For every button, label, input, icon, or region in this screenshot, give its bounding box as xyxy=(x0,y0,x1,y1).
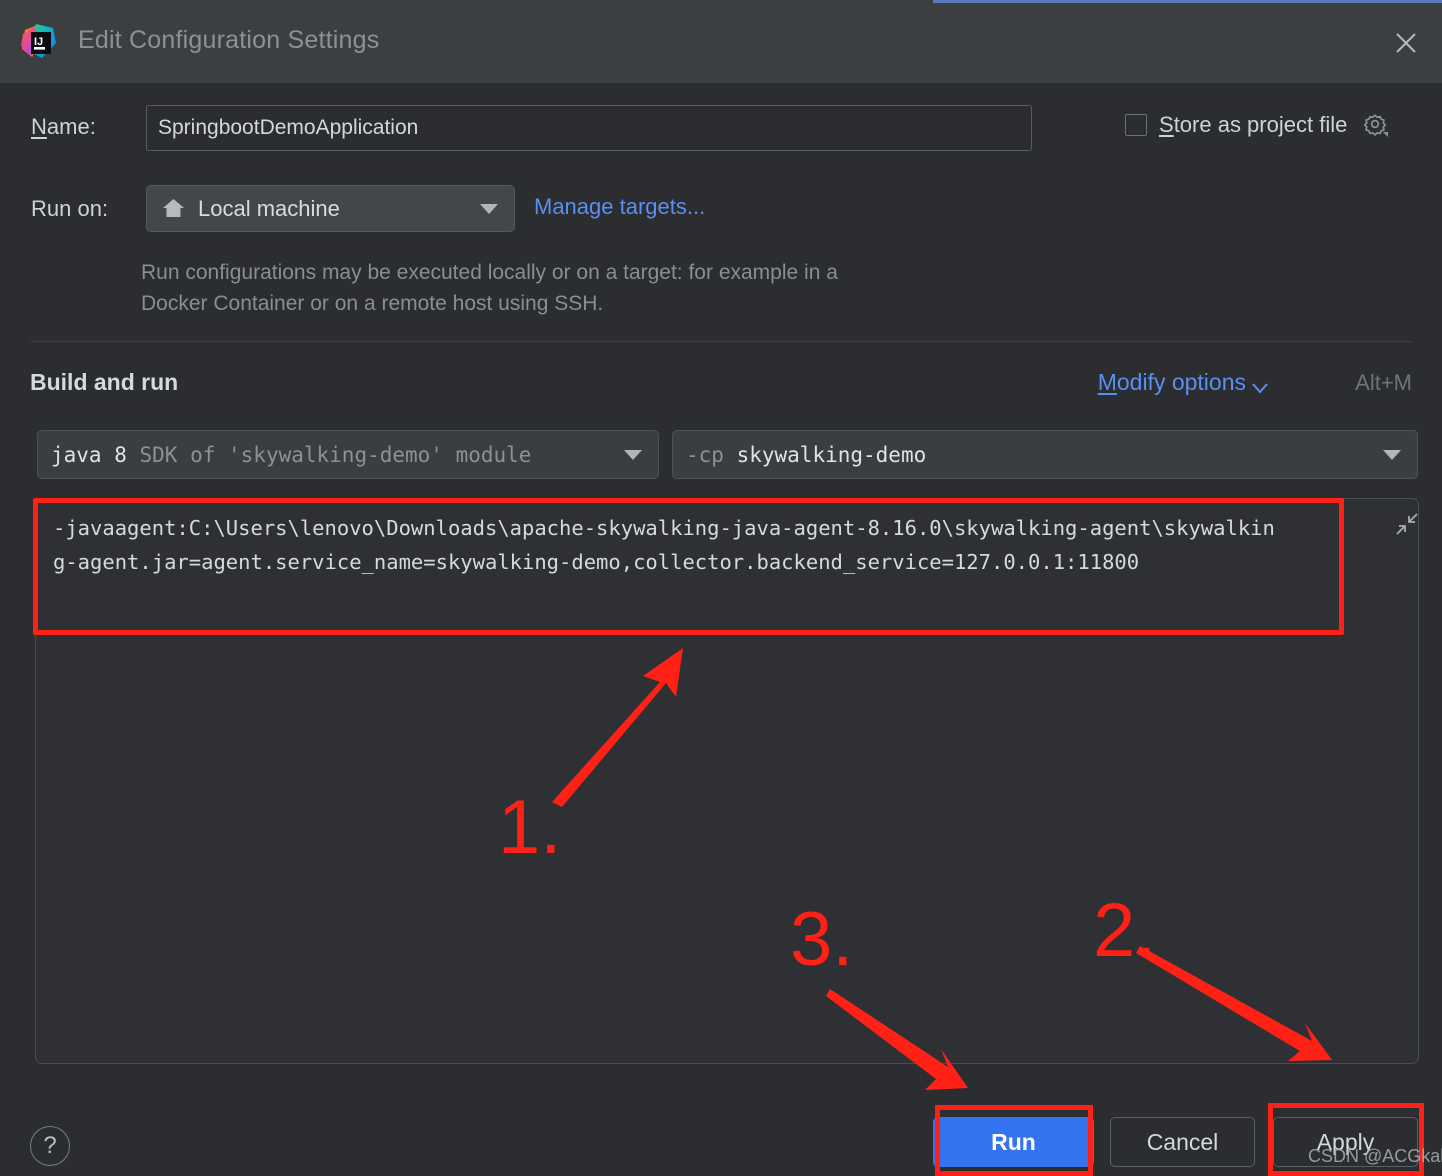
classpath-value: skywalking-demo xyxy=(736,442,927,467)
window-title: Edit Configuration Settings xyxy=(78,26,380,54)
store-as-project-file-checkbox[interactable] xyxy=(1125,114,1147,136)
build-and-run-title: Build and run xyxy=(30,369,179,395)
classpath-combo[interactable]: -cp skywalking-demo xyxy=(672,430,1418,479)
title-accent-line xyxy=(933,0,1442,3)
run-on-value: Local machine xyxy=(198,195,340,221)
classpath-flag: -cp xyxy=(686,442,724,467)
jdk-primary: java 8 xyxy=(51,442,127,467)
run-on-hint: Run configurations may be executed local… xyxy=(141,261,838,315)
run-button[interactable]: Run xyxy=(933,1117,1094,1167)
modify-options-shortcut: Alt+M xyxy=(1355,370,1412,395)
store-as-project-file-row[interactable]: Store as project file xyxy=(1125,112,1389,138)
vm-options-text[interactable]: -javaagent:C:\Users\lenovo\Downloads\apa… xyxy=(53,511,1285,579)
cancel-button[interactable]: Cancel xyxy=(1110,1117,1255,1167)
manage-targets-link[interactable]: Manage targets... xyxy=(534,194,705,220)
title-bar: IJ Edit Configuration Settings xyxy=(0,0,1442,83)
help-question-icon[interactable]: ? xyxy=(30,1126,70,1166)
run-on-label: Run on: xyxy=(31,196,109,221)
chevron-down-icon xyxy=(480,203,498,214)
chevron-down-icon xyxy=(1383,449,1401,460)
jdk-secondary: SDK of 'skywalking-demo' module xyxy=(139,442,532,467)
chevron-down-icon[interactable] xyxy=(1250,381,1270,400)
name-label: Name: xyxy=(31,114,96,139)
edit-configuration-dialog: IJ Edit Configuration Settings Name: Sto… xyxy=(0,0,1442,1176)
classpath-combo-text: -cp skywalking-demo xyxy=(686,443,926,467)
vm-options-textarea[interactable] xyxy=(35,498,1419,1064)
intellij-idea-logo-icon: IJ xyxy=(18,21,62,65)
modify-options-link[interactable]: Modify options xyxy=(1098,369,1246,396)
gear-icon[interactable] xyxy=(1363,112,1389,138)
run-on-combo[interactable]: Local machine xyxy=(146,185,515,232)
apply-button[interactable]: Apply xyxy=(1273,1117,1418,1167)
store-as-project-file-label: Store as project file xyxy=(1159,112,1348,137)
section-divider xyxy=(30,341,1412,342)
jdk-combo[interactable]: java 8 SDK of 'skywalking-demo' module xyxy=(37,430,659,479)
close-icon[interactable] xyxy=(1384,21,1428,65)
chevron-down-icon xyxy=(624,449,642,460)
svg-text:IJ: IJ xyxy=(34,36,43,48)
home-icon xyxy=(161,196,186,221)
collapse-arrows-icon[interactable] xyxy=(1394,511,1420,542)
jdk-combo-text: java 8 SDK of 'skywalking-demo' module xyxy=(51,443,531,467)
name-input[interactable] xyxy=(146,105,1032,151)
